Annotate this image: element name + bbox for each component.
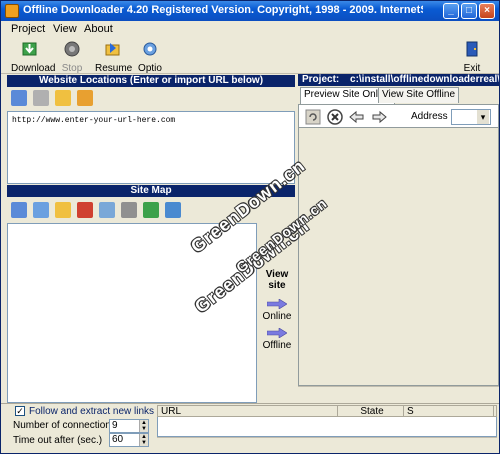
follow-links-label: Follow and extract new links <box>29 406 155 417</box>
menu-view[interactable]: View <box>53 23 77 35</box>
import-url-icon[interactable] <box>11 90 27 106</box>
stop-icon <box>64 41 80 57</box>
folder-icon[interactable] <box>55 202 71 218</box>
col-url[interactable]: URL <box>158 406 338 417</box>
pages-icon[interactable] <box>33 202 49 218</box>
save-icon[interactable] <box>77 90 93 106</box>
refresh-icon[interactable] <box>11 202 27 218</box>
title-bar[interactable]: Offline Downloader 4.20 Registered Versi… <box>1 1 499 21</box>
export-icon[interactable] <box>165 202 181 218</box>
toolbar: Download Stop Resume Optio Exit <box>1 38 499 74</box>
arrow-right-icon <box>267 299 287 309</box>
download-button[interactable]: Download <box>11 40 55 74</box>
arrow-right-icon[interactable] <box>371 109 387 125</box>
resume-button[interactable]: Resume <box>95 40 132 74</box>
app-icon <box>5 4 19 18</box>
url-list[interactable]: http://www.enter-your-url-here.com <box>7 111 295 184</box>
list-scrollbar[interactable] <box>157 437 497 451</box>
menu-project[interactable]: Project <box>11 23 45 35</box>
connections-label: Number of connections <box>13 420 116 431</box>
address-label: Address <box>411 111 448 122</box>
open-folder-icon[interactable] <box>55 90 71 106</box>
menu-about[interactable]: About <box>84 23 113 35</box>
exit-button[interactable]: Exit <box>459 40 485 74</box>
tab-view-offline[interactable]: View Site Offline <box>378 87 460 103</box>
page-refresh-icon[interactable] <box>305 109 321 125</box>
stop-button[interactable]: Stop <box>57 40 87 74</box>
menu-bar: Project View About <box>1 21 499 38</box>
delete-icon[interactable] <box>77 202 93 218</box>
resume-icon <box>105 43 120 56</box>
magnify-icon[interactable] <box>121 202 137 218</box>
window-title: Offline Downloader 4.20 Registered Versi… <box>23 4 423 16</box>
project-path: c:\install\offlinedownloaderreal\da <box>350 74 499 85</box>
main-window: Offline Downloader 4.20 Registered Versi… <box>0 0 500 454</box>
col-state[interactable]: State <box>338 406 404 417</box>
options-button[interactable]: Optio <box>137 40 163 74</box>
timeout-label: Time out after (sec.) <box>13 435 103 446</box>
project-label: Project: <box>302 74 340 85</box>
close-button[interactable]: × <box>479 3 495 19</box>
view-site-panel: View site Online Offline <box>257 259 297 401</box>
url-entry[interactable]: http://www.enter-your-url-here.com <box>12 116 175 125</box>
horizontal-scrollbar[interactable] <box>298 386 499 402</box>
copy-icon[interactable] <box>33 90 49 106</box>
project-bar: Project: c:\install\offlinedownloaderrea… <box>298 74 499 86</box>
browser-preview-pane[interactable] <box>298 128 499 386</box>
locations-icon-row <box>7 89 295 109</box>
col-s[interactable]: S <box>404 406 494 417</box>
back-icon[interactable] <box>143 202 159 218</box>
view-offline-button[interactable]: Offline <box>257 328 297 351</box>
download-icon <box>22 42 37 56</box>
arrow-left-icon[interactable] <box>349 109 365 125</box>
find-icon[interactable] <box>99 202 115 218</box>
arrow-right-icon <box>267 328 287 338</box>
website-locations-header: Website Locations (Enter or import URL b… <box>7 75 295 87</box>
connections-stepper[interactable]: 9 ▲ ▼ <box>109 419 149 433</box>
view-site-label: View site <box>265 269 289 291</box>
download-list[interactable] <box>157 417 497 437</box>
follow-links-checkbox[interactable]: ✓ <box>15 406 25 416</box>
exit-door-icon <box>466 41 478 57</box>
address-dropdown[interactable] <box>451 109 491 125</box>
preview-tabs: Preview Site Online View Site Offline <box>298 87 499 104</box>
download-list-header: URL State S <box>157 405 497 417</box>
timeout-stepper[interactable]: 60 ▲ ▼ <box>109 433 149 447</box>
view-online-button[interactable]: Online <box>257 299 297 322</box>
minimize-button[interactable]: _ <box>443 3 459 19</box>
site-map-tree[interactable] <box>7 223 257 403</box>
gear-icon <box>143 42 157 56</box>
browser-toolbar: Address <box>298 104 499 128</box>
maximize-button[interactable]: □ <box>461 3 477 19</box>
stop-loading-icon[interactable] <box>327 109 343 125</box>
